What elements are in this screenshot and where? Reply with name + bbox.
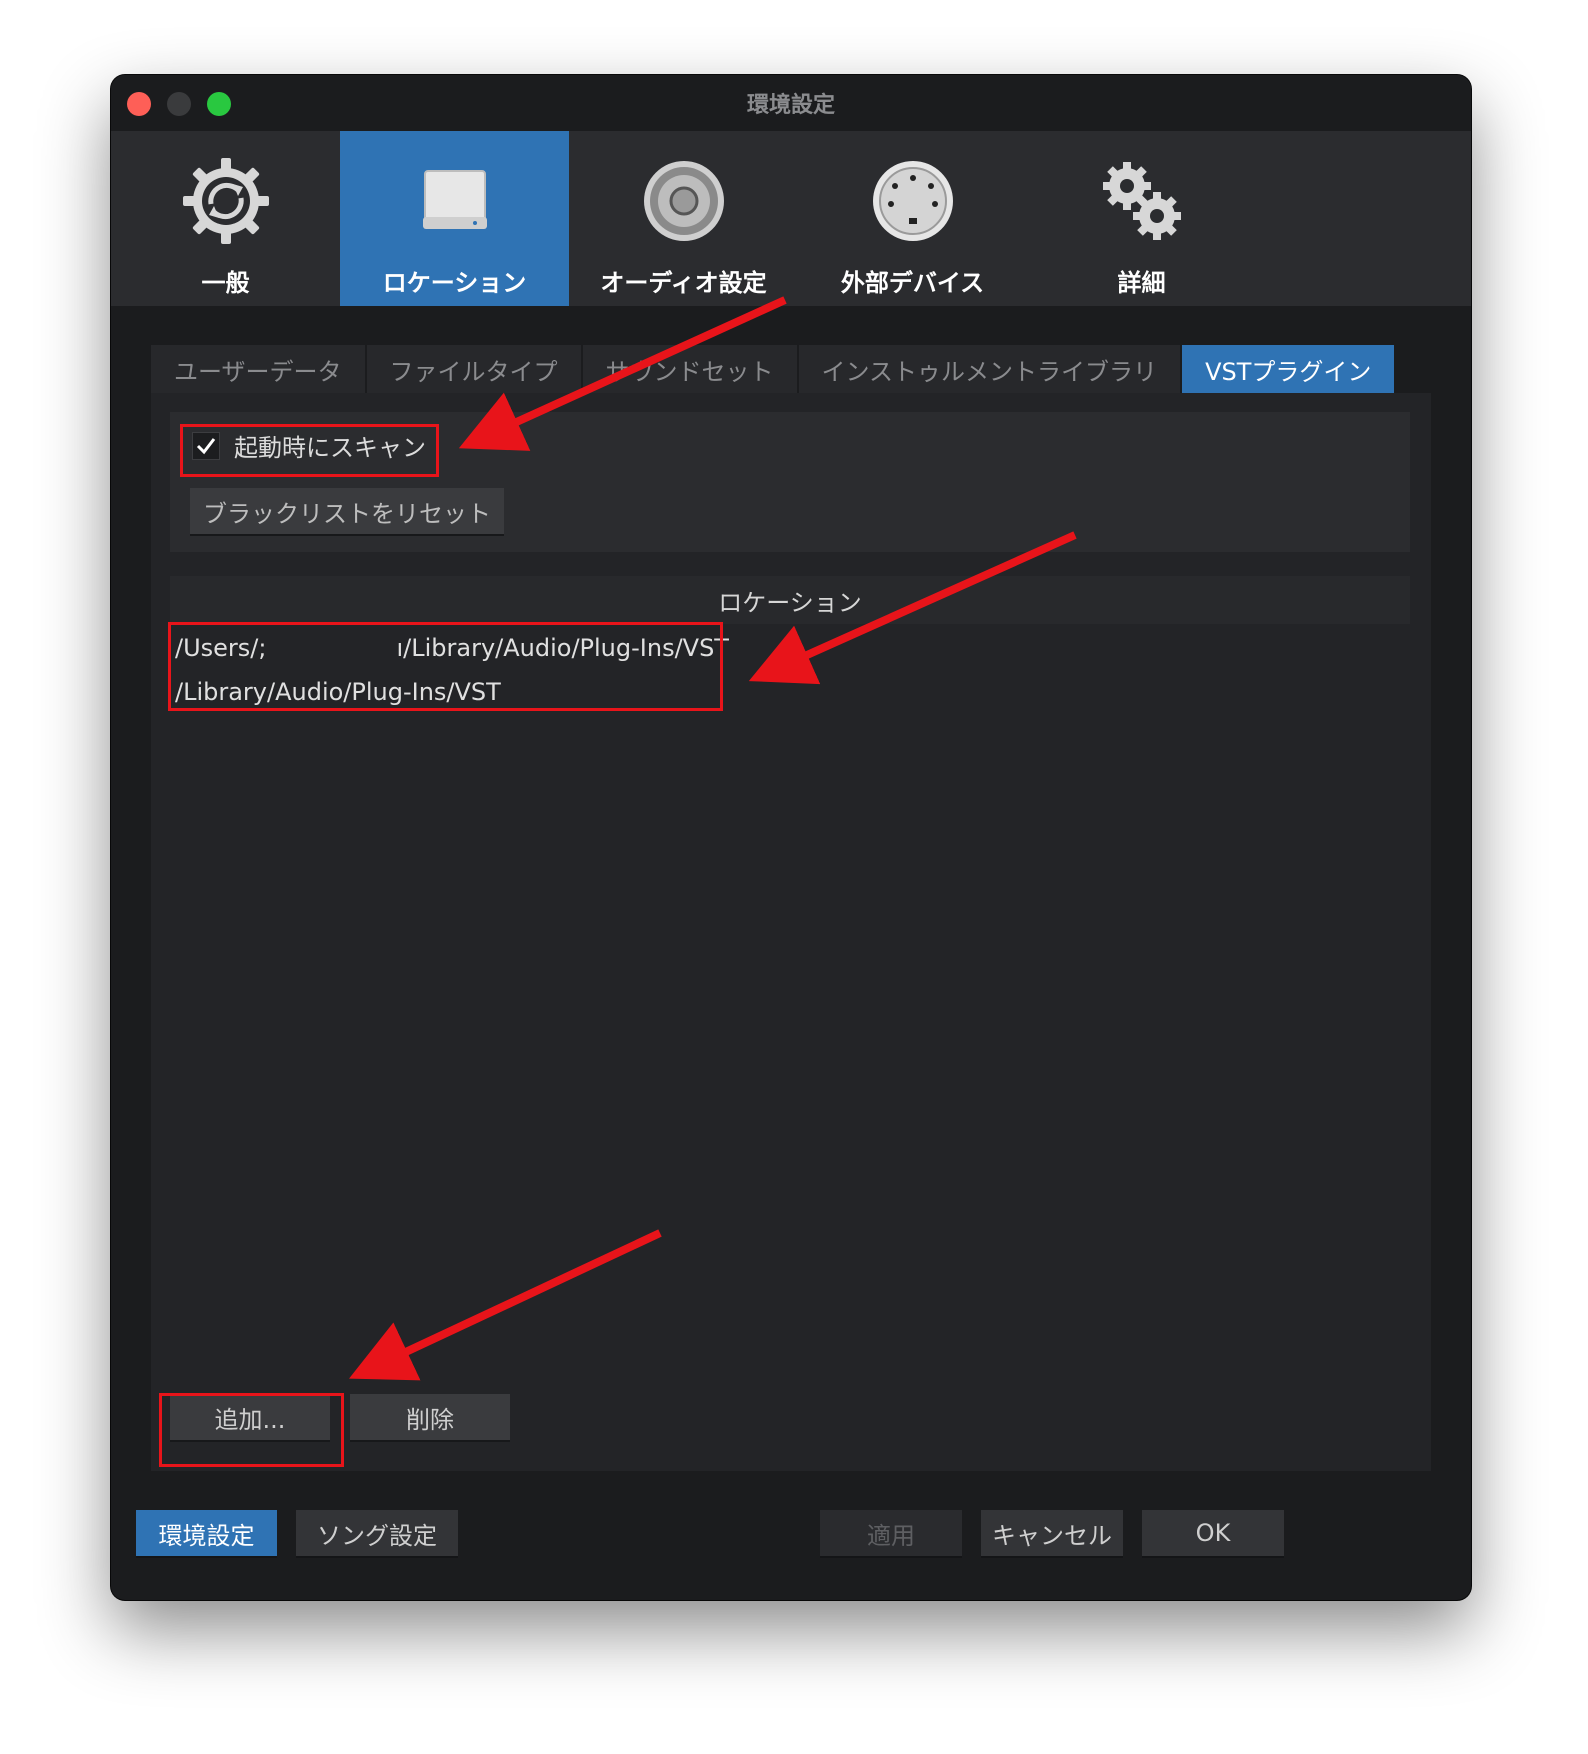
annotation-arrows xyxy=(349,296,1077,1381)
arrow-to-scan xyxy=(458,296,787,451)
arrow-to-paths xyxy=(748,531,1077,685)
arrow-to-add xyxy=(349,1229,662,1381)
